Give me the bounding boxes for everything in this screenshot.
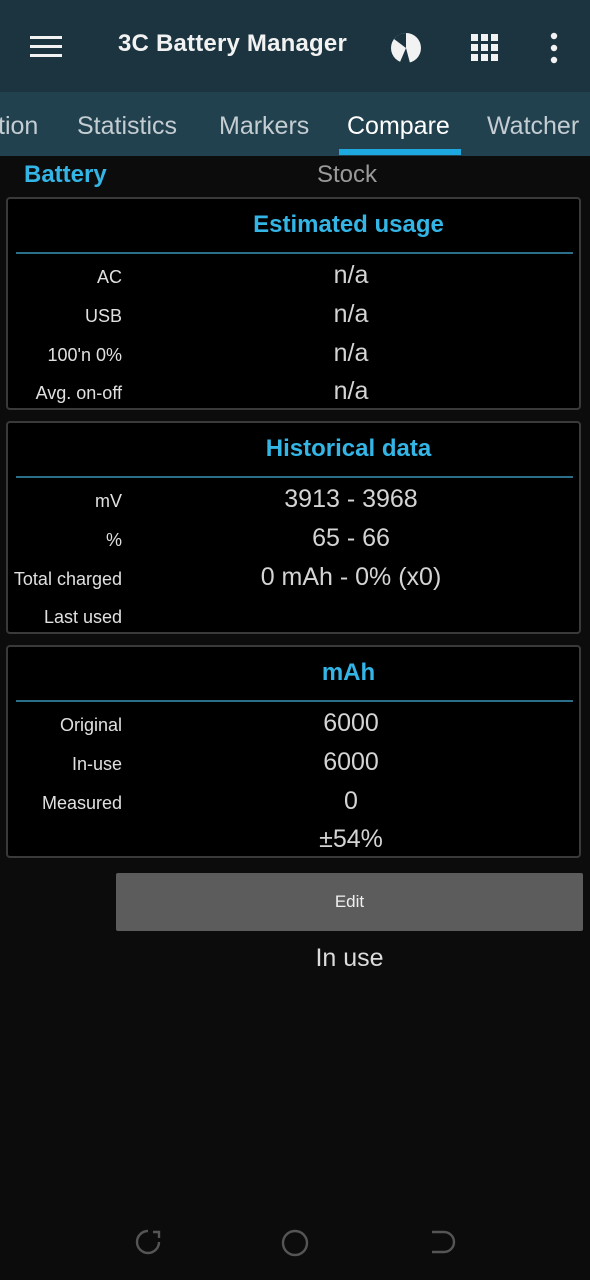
list-item: Total charged 0 mAh - 0% (x0) bbox=[8, 559, 579, 597]
estimated-usage-panel: Estimated usage AC n/a USB n/a 100'n 0% … bbox=[6, 197, 581, 410]
list-item: In-use 6000 bbox=[8, 744, 579, 782]
list-item: Measured 0 bbox=[8, 783, 579, 821]
row-label: Measured bbox=[41, 793, 122, 813]
edit-button[interactable]: Edit bbox=[116, 873, 583, 931]
stock-column-header[interactable]: Stock bbox=[317, 161, 377, 189]
recent-apps-icon[interactable] bbox=[134, 1228, 162, 1256]
tab-watcher[interactable]: Watcher bbox=[487, 112, 579, 141]
battery-column-header[interactable]: Battery bbox=[24, 161, 107, 189]
row-value: 0 bbox=[344, 787, 358, 815]
active-tab-indicator bbox=[339, 149, 461, 155]
list-item: Last used bbox=[8, 597, 579, 635]
pie-chart-icon[interactable] bbox=[388, 30, 424, 66]
row-value: 65 - 66 bbox=[312, 524, 390, 552]
system-nav-bar bbox=[0, 1200, 590, 1280]
tab-markers[interactable]: Markers bbox=[219, 112, 309, 141]
list-item: Original 6000 bbox=[8, 705, 579, 743]
tab-bar: tion Statistics Markers Compare Watcher bbox=[0, 92, 590, 156]
row-label: % bbox=[105, 530, 122, 550]
row-label: Total charged bbox=[13, 569, 122, 589]
back-icon[interactable] bbox=[428, 1228, 456, 1256]
list-item: AC n/a bbox=[8, 257, 579, 295]
list-item: ±54% bbox=[8, 821, 579, 859]
row-label: Last used bbox=[43, 607, 122, 627]
tab-information[interactable]: tion bbox=[0, 112, 38, 141]
tab-compare[interactable]: Compare bbox=[347, 112, 450, 141]
row-label: 100'n 0% bbox=[47, 345, 123, 365]
more-vert-icon[interactable] bbox=[540, 31, 568, 65]
row-value: 6000 bbox=[323, 748, 379, 776]
menu-icon[interactable] bbox=[26, 30, 66, 62]
divider bbox=[16, 700, 573, 702]
panel-title: mAh bbox=[321, 659, 376, 686]
list-item: Avg. on-off n/a bbox=[8, 373, 579, 411]
historical-data-panel: Historical data mV 3913 - 3968 % 65 - 66… bbox=[6, 421, 581, 634]
app-bar: 3C Battery Manager bbox=[0, 0, 590, 92]
status-text: In use bbox=[315, 944, 384, 972]
row-label: USB bbox=[84, 306, 122, 326]
app-title: 3C Battery Manager bbox=[118, 30, 348, 57]
row-value: 6000 bbox=[323, 709, 379, 737]
divider bbox=[16, 252, 573, 254]
row-value: 3913 - 3968 bbox=[284, 485, 418, 513]
divider bbox=[16, 476, 573, 478]
row-label: AC bbox=[96, 267, 122, 287]
list-item: mV 3913 - 3968 bbox=[8, 481, 579, 519]
row-value: n/a bbox=[333, 261, 369, 289]
row-label: mV bbox=[95, 491, 122, 511]
grid-icon[interactable] bbox=[469, 32, 501, 64]
panel-title: Estimated usage bbox=[253, 211, 444, 238]
row-value: n/a bbox=[333, 377, 369, 405]
list-item: USB n/a bbox=[8, 296, 579, 334]
row-label: Original bbox=[59, 715, 122, 735]
row-label: In-use bbox=[71, 754, 122, 774]
row-value: ±54% bbox=[319, 825, 383, 853]
row-value: n/a bbox=[333, 339, 369, 367]
list-item: 100'n 0% n/a bbox=[8, 335, 579, 373]
row-value: n/a bbox=[333, 300, 369, 328]
tab-statistics[interactable]: Statistics bbox=[77, 112, 177, 141]
panel-title: Historical data bbox=[265, 435, 432, 462]
home-icon[interactable] bbox=[280, 1228, 310, 1258]
row-value: 0 mAh - 0% (x0) bbox=[260, 563, 442, 591]
list-item: % 65 - 66 bbox=[8, 520, 579, 558]
mah-panel: mAh Original 6000 In-use 6000 Measured 0… bbox=[6, 645, 581, 858]
row-label: Avg. on-off bbox=[35, 383, 122, 403]
